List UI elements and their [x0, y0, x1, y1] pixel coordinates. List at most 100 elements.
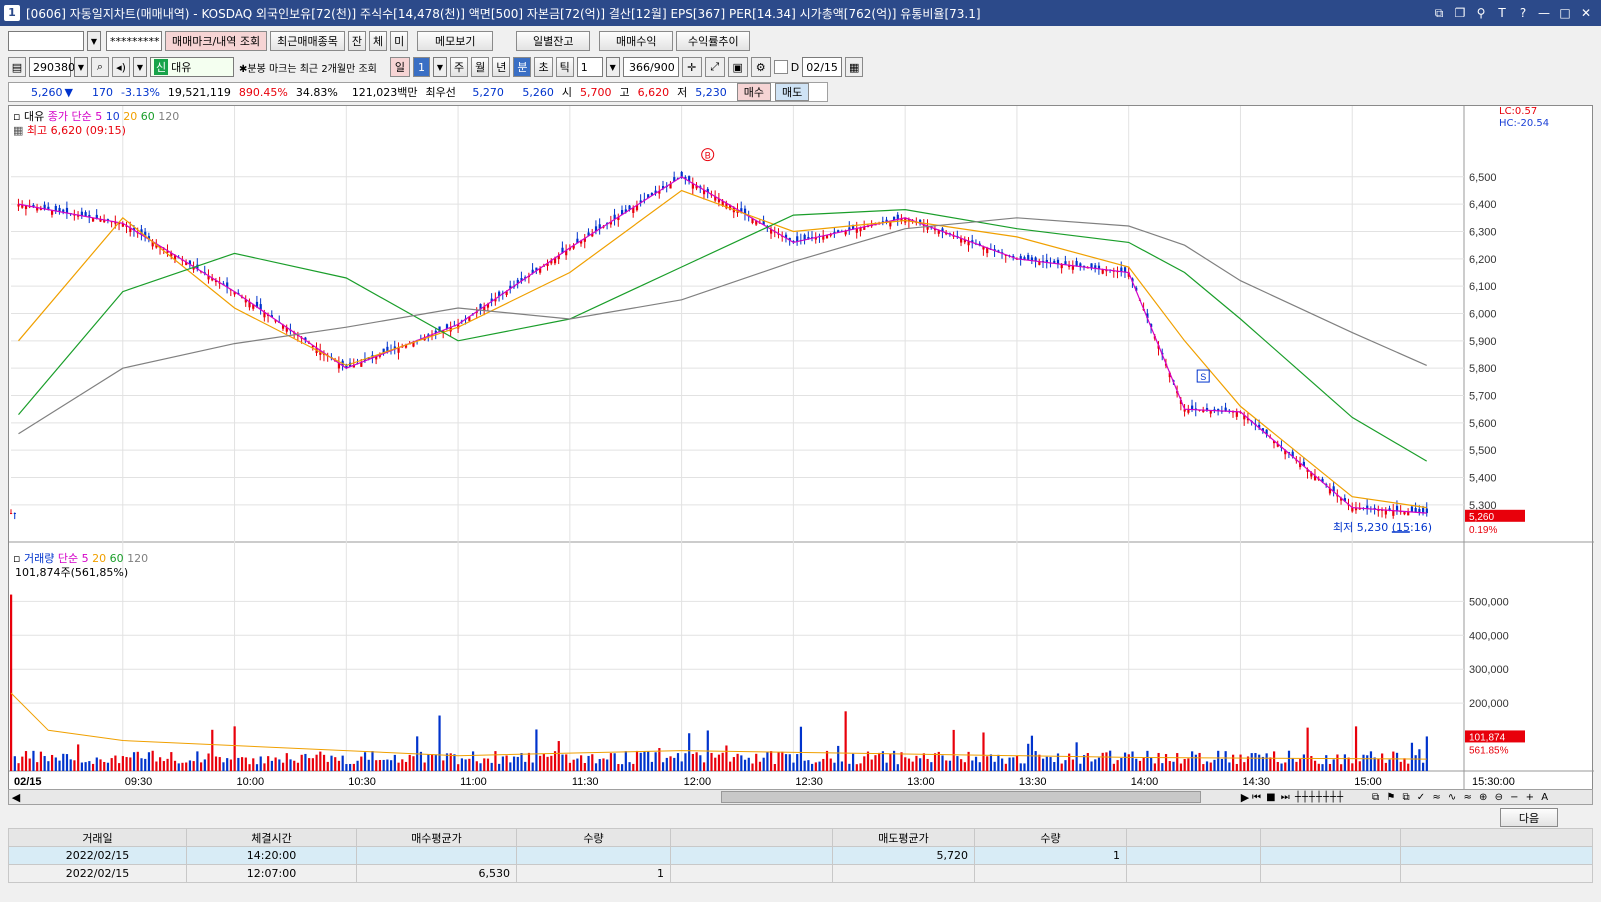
playback-controls[interactable]: ⏮ ■ ⏭ ┼┼┼┼┼┼┼ [1252, 792, 1372, 803]
period-year-button[interactable]: 년 [492, 57, 511, 77]
executed-button[interactable]: 체 [369, 31, 388, 51]
memo-button[interactable]: 메모보기 [417, 31, 494, 51]
scroll-left-icon[interactable]: ◀ [9, 791, 23, 804]
candle-body [13, 512, 16, 514]
crosshair-icon[interactable]: ✛ [681, 57, 702, 77]
account-input[interactable] [8, 31, 84, 51]
password-field[interactable]: ********* [106, 31, 162, 51]
chart-area[interactable]: 6,500 6,400 6,300 6,200 6,100 6,000 5,900 5,800… [8, 105, 1594, 791]
volume-bar [583, 762, 586, 771]
account-dropdown-icon[interactable]: ▼ [87, 31, 101, 51]
stock-name-field[interactable]: 신 대유 [150, 57, 234, 77]
buy-button[interactable]: 매수 [736, 83, 772, 101]
window-title: [0606] 자동일지차트(매매내역) - KOSDAQ 외국인보유[72(천)… [26, 6, 981, 21]
volume-bar [628, 762, 631, 771]
horizontal-scrollbar[interactable]: ◀ ▶ ⏮ ■ ⏭ ┼┼┼┼┼┼┼ ⧉ ⚑ ⧉ ✓ ≈ ∿ ≈ ⊕ ⊖ − + … [8, 789, 1593, 805]
next-button[interactable]: 다음 [1500, 808, 1558, 827]
settings-icon[interactable]: ⚙ [750, 57, 771, 77]
period-number[interactable]: 1 [412, 57, 430, 77]
volume-bar [915, 755, 918, 771]
volume-bar [345, 764, 348, 771]
volume-bar [963, 762, 966, 771]
period-week-button[interactable]: 주 [449, 57, 469, 77]
volume-bar [371, 751, 374, 771]
sound-dropdown-icon[interactable]: ▼ [133, 57, 147, 77]
scroll-track[interactable] [23, 791, 1238, 803]
period-second-button[interactable]: 초 [534, 57, 553, 77]
interval-input[interactable]: 1 [576, 57, 603, 77]
stock-code-input[interactable]: 290380 [29, 57, 75, 77]
trade-mark-button[interactable]: 매매마크/내역 조회 [165, 31, 268, 51]
quote-amount: 121,023백만 [351, 86, 418, 99]
sell-button[interactable]: 매도 [775, 83, 810, 101]
balance-button[interactable]: 잔 [347, 31, 367, 51]
open-value: 5,700 [580, 85, 612, 99]
candle-body [1075, 260, 1078, 267]
volume-bar [423, 762, 426, 771]
window-number-icon[interactable]: 1 [4, 5, 20, 21]
time-tick-label: 14:30 [1242, 776, 1270, 788]
volume-bar [1187, 758, 1190, 771]
bar-count-input[interactable]: 366/900 [622, 57, 679, 77]
period-dropdown-icon[interactable]: ▼ [432, 57, 447, 77]
volume-bar [490, 762, 493, 771]
candle-body [680, 171, 683, 177]
scroll-thumb[interactable] [721, 791, 1201, 803]
minimize-icon[interactable]: — [1535, 4, 1553, 22]
table-icon[interactable]: ▦ [13, 124, 27, 137]
daily-balance-button[interactable]: 일별잔고 [516, 31, 591, 51]
volume-bar [766, 751, 769, 771]
chart-menu-icon[interactable]: ▤ [8, 57, 26, 77]
save-icon[interactable]: ▣ [727, 57, 748, 77]
open-label: 시 [561, 86, 573, 99]
date-checkbox[interactable] [773, 60, 788, 74]
price-tick-label: 5,500 [1469, 445, 1497, 457]
help-icon[interactable]: ? [1514, 4, 1532, 22]
volume-bar [989, 754, 993, 771]
date-input[interactable]: 02/15 [802, 57, 843, 77]
unfilled-button[interactable]: 미 [390, 31, 409, 51]
table-row[interactable]: 2022/02/15 12:07:00 6,530 1 [8, 864, 1593, 883]
volume-bar [125, 757, 128, 771]
code-dropdown-icon[interactable]: ▼ [74, 57, 88, 77]
recent-items-button[interactable]: 최근매매종목 [270, 31, 345, 51]
new-badge: 신 [154, 59, 169, 75]
period-minute-button[interactable]: 분 [513, 57, 532, 77]
period-month-button[interactable]: 월 [471, 57, 490, 77]
font-icon[interactable]: T [1493, 4, 1511, 22]
close-icon[interactable]: ✕ [1577, 4, 1595, 22]
volume-bar [471, 751, 475, 771]
calendar-icon[interactable]: ▦ [845, 57, 864, 77]
price-volume-chart[interactable]: 6,500 6,400 6,300 6,200 6,100 6,000 5,900 5,800… [9, 106, 1594, 791]
volume-bar [32, 750, 35, 771]
zoom-icon[interactable]: ⤢ [704, 57, 725, 77]
period-day-button[interactable]: 일 [389, 57, 410, 77]
link-icon[interactable]: ⧉ [1430, 4, 1448, 22]
search-icon[interactable]: ⌕ [91, 57, 109, 77]
best-label: 최우선 [425, 86, 456, 99]
drawing-tools[interactable]: ⧉ ⚑ ⧉ ✓ ≈ ∿ ≈ ⊕ ⊖ − + A [1372, 792, 1592, 803]
sound-icon[interactable]: ◂) [112, 57, 130, 77]
volume-bar [1362, 754, 1365, 771]
volume-bar [91, 763, 95, 771]
volume-tick-label: 200,000 [1469, 698, 1509, 710]
interval-dropdown-icon[interactable]: ▼ [605, 57, 620, 77]
copy-icon[interactable]: ❐ [1451, 4, 1469, 22]
period-tick-button[interactable]: 틱 [555, 57, 574, 77]
volume-bar [378, 759, 382, 771]
volume-bar [1272, 751, 1276, 771]
scroll-right-icon[interactable]: ▶ [1238, 791, 1252, 804]
volume-bar [50, 754, 54, 771]
volume-bar [483, 758, 486, 771]
volume-bar [501, 756, 504, 771]
volume-bar [1179, 763, 1183, 771]
volume-bar [855, 764, 858, 771]
profit-trend-button[interactable]: 수익률추이 [676, 31, 751, 51]
table-row[interactable]: 2022/02/15 14:20:00 5,720 1 [8, 846, 1593, 865]
volume-bar [952, 729, 955, 771]
volume-bar [524, 761, 527, 771]
maximize-icon[interactable]: □ [1556, 4, 1574, 22]
pin-icon[interactable]: ⚲ [1472, 4, 1490, 22]
trade-profit-button[interactable]: 매매수익 [599, 31, 674, 51]
volume-bar [721, 752, 724, 771]
